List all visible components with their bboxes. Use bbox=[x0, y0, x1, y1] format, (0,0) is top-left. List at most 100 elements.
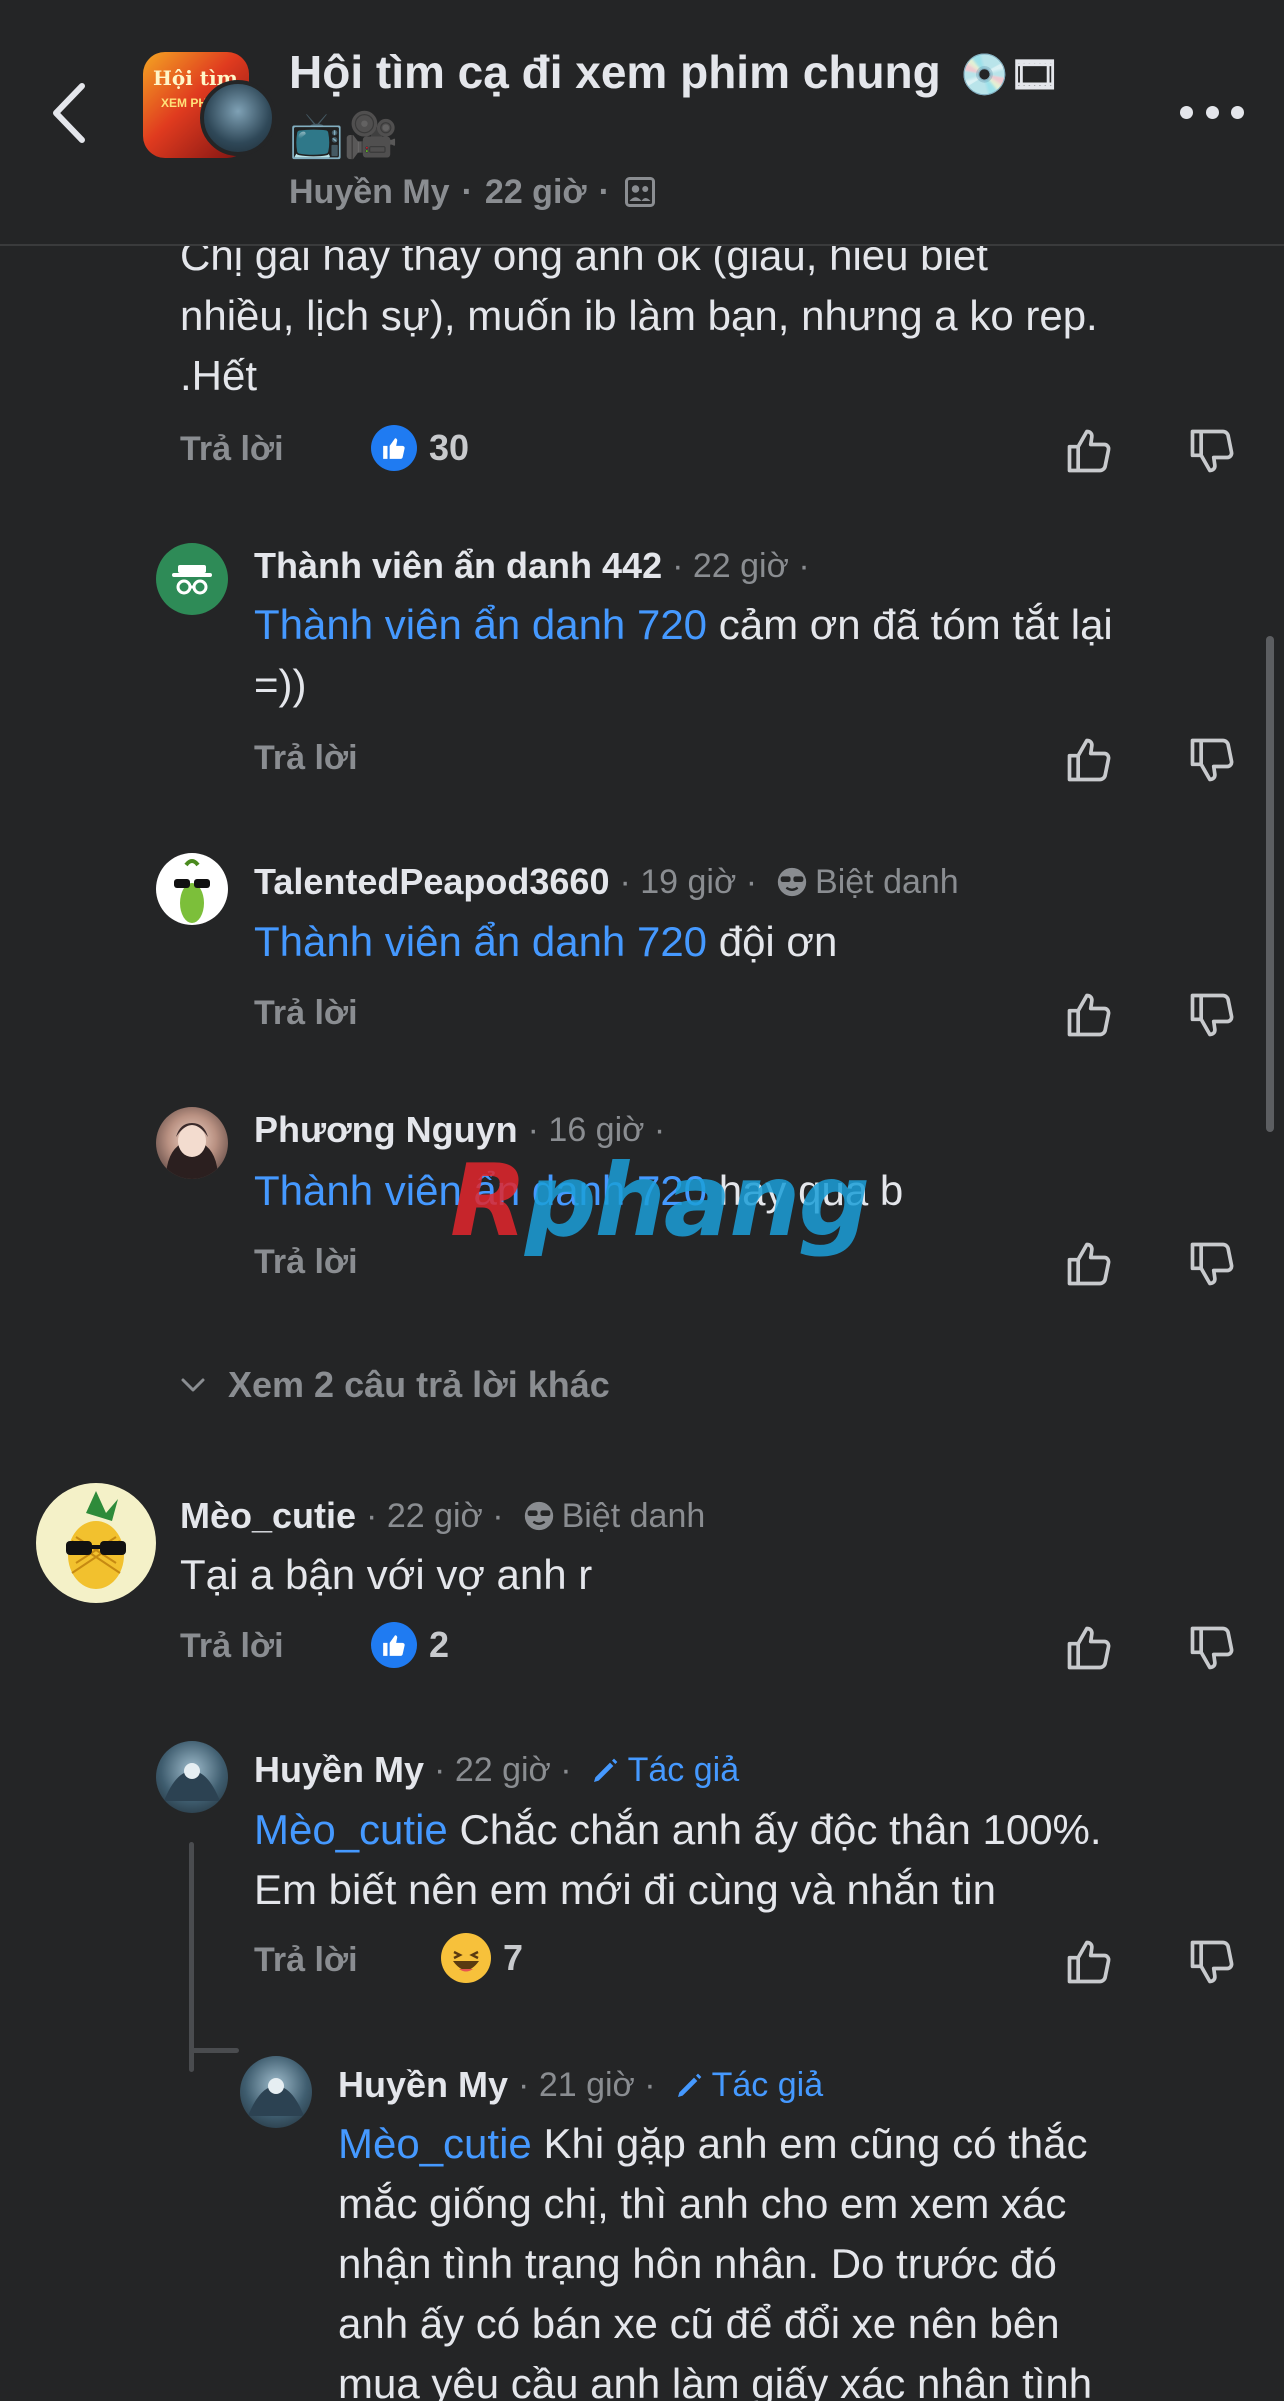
downvote-icon[interactable] bbox=[1186, 425, 1238, 477]
author-tag: Tác giả bbox=[590, 1747, 740, 1793]
mention-link[interactable]: Thành viên ẩn danh 720 bbox=[254, 918, 707, 965]
thread-connector bbox=[189, 2048, 239, 2053]
group-title[interactable]: Hội tìm cạ đi xem phim chung 💿🎞 bbox=[289, 44, 1119, 103]
comment-text: Chị gái hay thấy ông anh ok (giàu, hiểu … bbox=[180, 226, 1260, 406]
downvote-icon[interactable] bbox=[1186, 1238, 1238, 1290]
view-more-replies-button[interactable]: Xem 2 câu trả lời khác bbox=[178, 1362, 610, 1408]
commenter-name[interactable]: Thành viên ẩn danh 442 bbox=[254, 543, 662, 589]
reply-button[interactable]: Trả lời bbox=[254, 991, 358, 1035]
mention-link[interactable]: Mèo_cutie bbox=[254, 1806, 448, 1853]
comment-time: · 22 giờ · bbox=[434, 1751, 572, 1789]
group-title-text: Hội tìm cạ đi xem phim chung bbox=[289, 46, 941, 98]
avatar[interactable] bbox=[240, 2056, 312, 2128]
downvote-icon[interactable] bbox=[1186, 1622, 1238, 1674]
chevron-left-icon bbox=[53, 83, 85, 143]
upvote-icon[interactable] bbox=[1063, 425, 1115, 477]
nickname-tag: Biệt danh bbox=[775, 859, 959, 905]
comment-time: · 19 giờ · bbox=[619, 863, 758, 901]
upvote-icon[interactable] bbox=[1063, 989, 1115, 1041]
comment-text-part: cảm ơn đã tóm tắt lại bbox=[707, 601, 1113, 648]
reply-button[interactable]: Trả lời bbox=[180, 1624, 284, 1668]
watermark-logo: Rphang bbox=[450, 1142, 870, 1259]
comment-time: · 21 giờ · bbox=[518, 2066, 656, 2104]
comment-text-line: nhận tình trạng hôn nhân. Do trước đó bbox=[338, 2240, 1057, 2287]
downvote-icon[interactable] bbox=[1186, 1936, 1238, 1988]
members-visibility-icon bbox=[624, 177, 655, 207]
comment-text-part: đội ơn bbox=[707, 918, 838, 965]
nickname-label: Biệt danh bbox=[561, 1497, 706, 1535]
scrollbar[interactable] bbox=[1266, 636, 1274, 1132]
reaction-count: 2 bbox=[429, 1624, 450, 1665]
upvote-icon[interactable] bbox=[1063, 734, 1115, 786]
comment-header: Thành viên ẩn danh 442 · 22 giờ · bbox=[254, 543, 810, 589]
title-emojis-line2: 📺🎥 bbox=[289, 111, 399, 160]
upvote-icon[interactable] bbox=[1063, 1622, 1115, 1674]
nickname-label: Biệt danh bbox=[815, 863, 959, 901]
chevron-down-icon bbox=[181, 1378, 205, 1392]
avatar[interactable] bbox=[156, 853, 228, 925]
comment-text-line: nhiều, lịch sự), muốn ib làm bạn, nhưng … bbox=[180, 292, 1098, 339]
peapod-icon bbox=[174, 859, 210, 923]
post-meta: Huyền My · 22 giờ · bbox=[289, 170, 658, 214]
author-avatar[interactable] bbox=[200, 80, 276, 156]
reaction-summary[interactable]: 2 bbox=[371, 1622, 449, 1668]
thread-connector bbox=[189, 1842, 194, 2072]
comment-text: Mèo_cutie Khi gặp anh em cũng có thắc mắ… bbox=[338, 2114, 1268, 2401]
commenter-name[interactable]: Mèo_cutie bbox=[180, 1493, 356, 1539]
reply-button[interactable]: Trả lời bbox=[254, 1938, 358, 1982]
comment-text-line: .Hết bbox=[180, 352, 258, 399]
pineapple-icon bbox=[66, 1491, 126, 1589]
downvote-icon[interactable] bbox=[1186, 989, 1238, 1041]
author-label: Tác giả bbox=[627, 1751, 740, 1789]
comment-text: Mèo_cutie Chắc chắn anh ấy độc thân 100%… bbox=[254, 1800, 1264, 1920]
comment-header: Huyền My · 22 giờ · Tác giả bbox=[254, 1747, 739, 1793]
pencil-icon bbox=[593, 1758, 617, 1782]
downvote-icon[interactable] bbox=[1186, 734, 1238, 786]
comment-text-part: Chắc chắn anh ấy độc thân 100%. bbox=[447, 1806, 1102, 1853]
profile-photo-icon bbox=[164, 1763, 220, 1801]
commenter-name[interactable]: Huyền My bbox=[338, 2062, 508, 2108]
comment-text-line: =)) bbox=[254, 661, 307, 708]
avatar[interactable] bbox=[156, 1741, 228, 1813]
avatar[interactable] bbox=[156, 543, 228, 615]
watermark-part: R bbox=[450, 1142, 527, 1259]
commenter-name[interactable]: TalentedPeapod3660 bbox=[254, 859, 609, 905]
top-bar: Hội tìm XEM PHIM C Hội tìm cạ đi xem phi… bbox=[0, 0, 1284, 246]
dot-icon bbox=[1231, 105, 1244, 119]
reaction-summary[interactable]: 30 bbox=[371, 425, 469, 471]
avatar[interactable] bbox=[36, 1483, 156, 1603]
dot-icon bbox=[1180, 105, 1193, 119]
profile-photo-icon bbox=[166, 1123, 218, 1179]
reply-button[interactable]: Trả lời bbox=[254, 736, 358, 780]
post-time: 22 giờ bbox=[484, 173, 587, 211]
comment-time: · 22 giờ · bbox=[672, 547, 810, 585]
haha-reaction-icon bbox=[441, 1933, 491, 1983]
mention-link[interactable]: Thành viên ẩn danh 720 bbox=[254, 601, 707, 648]
reaction-summary[interactable]: 7 bbox=[441, 1933, 523, 1983]
sunglasses-icon bbox=[524, 1501, 553, 1531]
comment-text-line: mua yêu cầu anh làm giấy xác nhận tình bbox=[338, 2360, 1093, 2401]
avatar[interactable] bbox=[156, 1107, 228, 1179]
commenter-name[interactable]: Huyền My bbox=[254, 1747, 424, 1793]
comment-text-part: Khi gặp anh em cũng có thắc bbox=[531, 2120, 1088, 2167]
watermark-part: phang bbox=[525, 1142, 870, 1259]
anonymous-icon bbox=[172, 565, 212, 595]
upvote-icon[interactable] bbox=[1063, 1936, 1115, 1988]
back-button[interactable] bbox=[44, 78, 94, 148]
comment-time: · 22 giờ · bbox=[366, 1497, 504, 1535]
separator: · bbox=[598, 173, 610, 211]
comment-header: Mèo_cutie · 22 giờ · Biệt danh bbox=[180, 1493, 705, 1539]
separator: · bbox=[461, 173, 473, 211]
upvote-icon[interactable] bbox=[1063, 1238, 1115, 1290]
like-reaction-icon bbox=[371, 1622, 417, 1668]
reply-button[interactable]: Trả lời bbox=[254, 1240, 358, 1284]
dot-icon bbox=[1205, 105, 1219, 119]
author-name[interactable]: Huyền My bbox=[289, 170, 450, 214]
title-emojis: 💿🎞 bbox=[959, 53, 1061, 97]
reaction-count: 30 bbox=[429, 427, 470, 468]
comment-text-line: mắc giống chị, thì anh cho em xem xác bbox=[338, 2180, 1067, 2227]
more-options-button[interactable] bbox=[1180, 100, 1244, 124]
mention-link[interactable]: Mèo_cutie bbox=[338, 2120, 532, 2167]
reply-button[interactable]: Trả lời bbox=[180, 427, 284, 471]
author-tag: Tác giả bbox=[674, 2062, 823, 2108]
